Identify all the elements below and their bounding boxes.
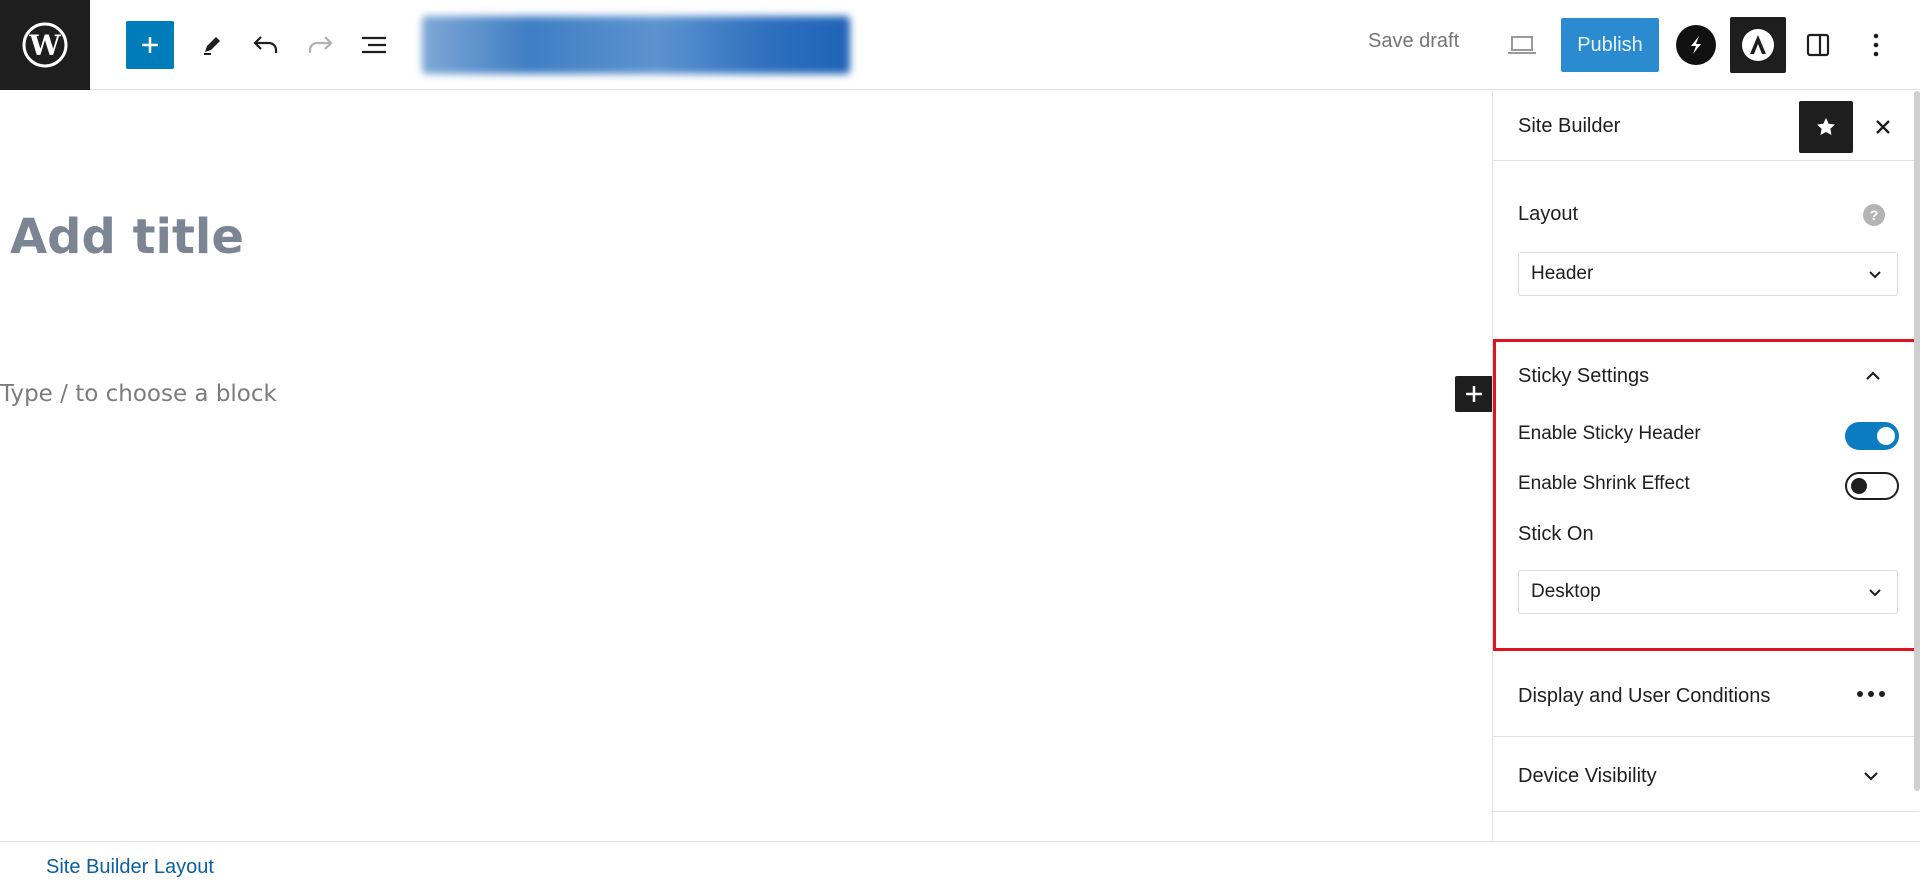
redo-icon [308, 36, 333, 53]
stick-on-label: Stick On [1518, 523, 1594, 545]
spectra-icon [1691, 36, 1701, 54]
pencil-icon [204, 37, 220, 55]
panel-divider [1493, 811, 1919, 812]
display-conditions-title[interactable]: Display and User Conditions [1518, 685, 1770, 708]
editor-footer: Site Builder Layout [0, 841, 1920, 893]
sidebar-header: Site Builder [1493, 91, 1920, 161]
layout-label: Layout [1518, 203, 1579, 225]
tools-button[interactable] [188, 21, 236, 69]
stick-on-select-value: Desktop [1531, 581, 1601, 602]
close-icon [1876, 120, 1890, 134]
astra-icon [1742, 29, 1774, 61]
post-title-input[interactable]: Add title [10, 209, 244, 265]
redo-button[interactable] [296, 21, 344, 69]
close-sidebar-button[interactable] [1865, 109, 1901, 145]
chevron-down-icon [1869, 271, 1881, 279]
star-icon [1817, 118, 1835, 135]
more-options-icon[interactable] [1856, 689, 1886, 699]
sidebar-scrollbar[interactable] [1914, 91, 1920, 791]
add-block-button[interactable] [126, 21, 174, 69]
editor-canvas: Add title Type / to choose a block [0, 91, 1493, 841]
plus-icon [142, 37, 158, 53]
breadcrumb[interactable]: Site Builder Layout [46, 856, 214, 879]
publish-button[interactable]: Publish [1561, 18, 1659, 72]
device-visibility-title[interactable]: Device Visibility [1518, 765, 1657, 788]
svg-text:W: W [28, 29, 61, 62]
enable-shrink-effect-toggle[interactable] [1845, 472, 1899, 500]
astra-button[interactable] [1730, 17, 1786, 73]
sidebar-title: Site Builder [1518, 115, 1621, 137]
undo-button[interactable] [242, 21, 290, 69]
laptop-icon [1508, 36, 1536, 54]
chevron-up-icon[interactable] [1862, 365, 1884, 387]
settings-sidebar: Site Builder Layout ? Header Sticky Sett… [1492, 91, 1920, 841]
inline-add-block-button[interactable] [1455, 376, 1493, 412]
list-view-icon [362, 36, 386, 54]
panel-divider [1493, 736, 1919, 737]
enable-sticky-header-toggle[interactable] [1845, 422, 1899, 450]
wordpress-logo-icon[interactable]: W [0, 0, 90, 90]
help-icon[interactable]: ? [1863, 204, 1885, 226]
enable-shrink-effect-label: Enable Shrink Effect [1518, 473, 1690, 494]
sticky-settings-panel: Sticky Settings Enable Sticky Header Ena… [1493, 339, 1919, 651]
plus-icon [1466, 386, 1482, 402]
block-appender[interactable]: Type / to choose a block [0, 381, 277, 407]
list-view-button[interactable] [350, 21, 398, 69]
pin-star-button[interactable] [1799, 101, 1853, 153]
layout-select-value: Header [1531, 263, 1594, 284]
sticky-settings-title[interactable]: Sticky Settings [1518, 365, 1649, 388]
document-title-bar[interactable] [422, 16, 850, 74]
save-draft-button[interactable]: Save draft [1368, 30, 1459, 53]
vertical-ellipsis-icon [1873, 33, 1879, 57]
layout-select[interactable]: Header [1518, 252, 1898, 296]
settings-sidebar-button[interactable] [1796, 25, 1840, 65]
sidebar-toggle-icon [1806, 33, 1830, 57]
chevron-down-icon [1869, 589, 1881, 597]
enable-sticky-header-label: Enable Sticky Header [1518, 423, 1701, 444]
editor-toolbar: W Save draft Publish [0, 0, 1920, 90]
undo-icon [253, 36, 278, 53]
spectra-button[interactable] [1676, 25, 1716, 65]
options-menu-button[interactable] [1856, 25, 1896, 65]
stick-on-select[interactable]: Desktop [1518, 570, 1898, 614]
preview-button[interactable] [1502, 28, 1542, 62]
chevron-down-icon[interactable] [1860, 765, 1882, 787]
